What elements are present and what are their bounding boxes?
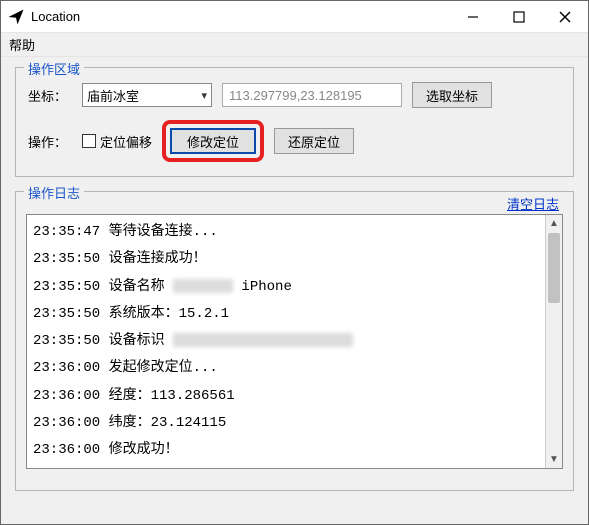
scrollbar[interactable]: ▲ ▼ [545, 215, 562, 468]
scroll-up-icon[interactable]: ▲ [546, 215, 562, 232]
coord-value-field[interactable]: 113.297799,23.128195 [222, 83, 402, 107]
location-combobox[interactable]: 庙前冰室 ▾ [82, 83, 212, 107]
checkbox-box-icon [82, 134, 96, 148]
redacted-content [173, 279, 233, 293]
modify-location-button[interactable]: 修改定位 [170, 128, 256, 154]
menu-bar: 帮助 [1, 33, 588, 57]
operation-area-legend: 操作区域 [24, 59, 84, 78]
scroll-down-icon[interactable]: ▼ [546, 451, 562, 468]
op-label: 操作： [28, 132, 72, 151]
coord-label: 坐标： [28, 86, 72, 105]
offset-checkbox[interactable]: 定位偏移 [82, 132, 152, 151]
highlight-frame: 修改定位 [162, 120, 264, 162]
window-title: Location [31, 9, 80, 24]
clear-log-link[interactable]: 清空日志 [505, 194, 561, 213]
log-line: 23:36:00 发起修改定位... [33, 355, 556, 382]
log-line: 23:35:50 设备标识 [33, 328, 556, 355]
restore-location-button[interactable]: 还原定位 [274, 128, 354, 154]
operation-area-group: 操作区域 坐标： 庙前冰室 ▾ 113.297799,23.128195 选取坐… [15, 67, 574, 177]
log-line: 23:35:50 设备名称 iPhone [33, 274, 556, 301]
operation-log-legend: 操作日志 [24, 183, 84, 202]
scroll-thumb[interactable] [548, 233, 560, 303]
pick-coord-button[interactable]: 选取坐标 [412, 82, 492, 108]
offset-checkbox-label: 定位偏移 [100, 132, 152, 151]
title-bar: Location [1, 1, 588, 33]
log-line: 23:35:50 设备连接成功！ [33, 246, 556, 273]
minimize-button[interactable] [450, 1, 496, 33]
content-area: 操作区域 坐标： 庙前冰室 ▾ 113.297799,23.128195 选取坐… [1, 57, 588, 524]
coord-value-text: 113.297799,23.128195 [229, 88, 362, 103]
log-line: 23:35:47 等待设备连接... [33, 219, 556, 246]
log-line: 23:35:50 系统版本：15.2.1 [33, 301, 556, 328]
close-button[interactable] [542, 1, 588, 33]
operation-row: 操作： 定位偏移 修改定位 还原定位 [28, 120, 561, 162]
log-content[interactable]: 23:35:47 等待设备连接...23:35:50 设备连接成功！23:35:… [27, 215, 562, 469]
operation-log-group: 操作日志 清空日志 23:35:47 等待设备连接...23:35:50 设备连… [15, 191, 574, 491]
redacted-content [173, 333, 353, 347]
location-arrow-icon [7, 8, 25, 26]
location-combobox-value: 庙前冰室 [87, 86, 139, 105]
log-box: 23:35:47 等待设备连接...23:35:50 设备连接成功！23:35:… [26, 214, 563, 469]
log-line: 23:36:00 经度：113.286561 [33, 383, 556, 410]
log-line: 23:36:00 修改成功！ [33, 437, 556, 464]
maximize-button[interactable] [496, 1, 542, 33]
log-line: 23:36:00 纬度：23.124115 [33, 410, 556, 437]
coordinate-row: 坐标： 庙前冰室 ▾ 113.297799,23.128195 选取坐标 [28, 82, 561, 108]
chevron-down-icon: ▾ [201, 89, 207, 102]
menu-help[interactable]: 帮助 [9, 35, 35, 54]
